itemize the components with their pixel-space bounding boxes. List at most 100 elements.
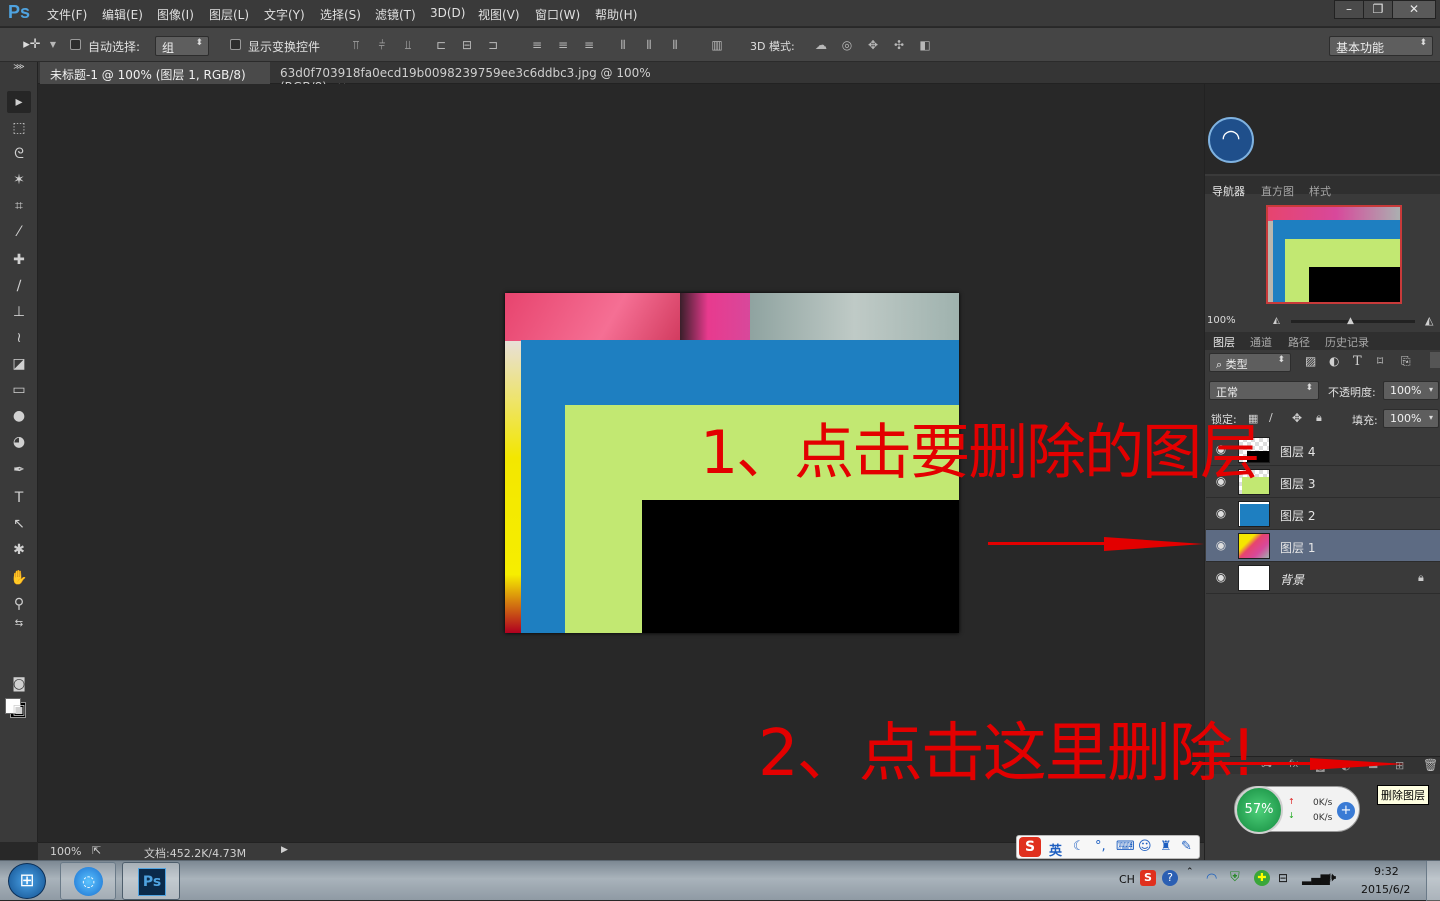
brush-tool-icon[interactable]: ∕ (7, 275, 31, 297)
clock-date[interactable]: 2015/6/2 (1361, 883, 1410, 896)
align-left-icon[interactable]: ⊏ (434, 38, 448, 52)
hand-tool-icon[interactable]: ✋ (7, 567, 31, 589)
distribute-bottom-icon[interactable]: ≡ (582, 38, 596, 52)
tab-history[interactable]: 历史记录 (1325, 334, 1369, 350)
tab-layers[interactable]: 图层 (1213, 334, 1235, 350)
auto-select-dropdown[interactable]: 组 ⬍ (155, 36, 209, 56)
tab-styles[interactable]: 样式 (1309, 183, 1331, 199)
input-language[interactable]: CH (1119, 873, 1135, 886)
align-top-icon[interactable]: ⫪ (349, 38, 363, 52)
layer-name[interactable]: 图层 1 (1280, 539, 1315, 556)
align-right-icon[interactable]: ⊐ (486, 38, 500, 52)
network-tray-icon[interactable]: ⊟ (1278, 871, 1288, 885)
menu-image[interactable]: 图像(I) (157, 6, 194, 23)
tray-expand-icon[interactable]: ⌃ (1186, 867, 1194, 877)
distribute-right-icon[interactable]: ⦀ (668, 38, 682, 52)
lock-position-icon[interactable]: ✥ (1292, 411, 1302, 425)
ime-language[interactable]: 英 (1049, 840, 1062, 859)
delete-layer-icon[interactable]: 🗑︎ (1423, 758, 1438, 772)
status-menu-arrow-icon[interactable]: ▶ (281, 845, 288, 855)
wifi-icon[interactable]: ◠ (1208, 117, 1254, 163)
screen-mode-icon[interactable]: ▣ (7, 699, 31, 721)
taskbar-photoshop[interactable]: Ps (122, 862, 180, 900)
dodge-tool-icon[interactable]: ◕ (7, 431, 31, 453)
tab-paths[interactable]: 路径 (1288, 334, 1310, 350)
wifi-tray-icon[interactable]: ◠ (1206, 871, 1217, 886)
filter-adjustment-icon[interactable]: ◐ (1329, 354, 1339, 368)
align-hcenter-icon[interactable]: ⊟ (460, 38, 474, 52)
slide-3d-icon[interactable]: ✣ (892, 38, 906, 52)
layer-name[interactable]: 图层 4 (1280, 443, 1315, 460)
tab-navigator[interactable]: 导航器 (1212, 183, 1245, 199)
distribute-top-icon[interactable]: ≡ (530, 38, 544, 52)
magic-wand-tool-icon[interactable]: ✶ (7, 169, 31, 191)
keyboard-icon[interactable]: ⌨ (1116, 839, 1135, 854)
zoom-tool-icon[interactable]: ⚲ (7, 593, 31, 615)
shield-icon[interactable]: ⛨ (1230, 870, 1240, 885)
help-icon[interactable]: ? (1162, 870, 1178, 886)
restore-button[interactable]: ❐ (1363, 0, 1393, 19)
fill-input[interactable]: 100% ▾ (1383, 409, 1439, 428)
pen-tool-icon[interactable]: ✒ (7, 459, 31, 481)
menu-3d[interactable]: 3D(D) (430, 6, 465, 20)
blend-mode-dropdown[interactable]: 正常 ⬍ (1209, 381, 1319, 400)
align-bottom-icon[interactable]: ⫫ (401, 38, 415, 52)
punctuation-icon[interactable]: °, (1095, 839, 1106, 854)
tab-untitled-1[interactable]: 未标题-1 @ 100% (图层 1, RGB/8) *× (40, 62, 270, 97)
security-tray-icon[interactable]: ✚ (1254, 870, 1270, 886)
auto-align-icon[interactable]: ▥ (710, 38, 724, 52)
move-tool-icon[interactable]: ▸ (7, 91, 31, 113)
distribute-hcenter-icon[interactable]: ⦀ (642, 38, 656, 52)
link-layers-icon[interactable]: ⊶ (1261, 759, 1272, 772)
clock-time[interactable]: 9:32 (1374, 865, 1399, 878)
eye-icon[interactable]: ◉ (1214, 570, 1228, 584)
add-icon[interactable]: + (1337, 802, 1355, 820)
menu-edit[interactable]: 编辑(E) (102, 6, 143, 23)
type-tool-icon[interactable]: T (7, 487, 31, 509)
layer-name[interactable]: 背景 (1280, 571, 1304, 588)
zoom-level[interactable]: 100% (50, 845, 81, 858)
move-tool-preset-icon[interactable]: ▸✛ (22, 38, 42, 52)
sogou-logo-icon[interactable]: S (1019, 837, 1041, 857)
minimize-button[interactable]: – (1334, 0, 1364, 19)
roll-3d-icon[interactable]: ◎ (840, 38, 854, 52)
signal-icon[interactable]: ▂▄▆ (1302, 871, 1330, 885)
layer-row-background[interactable]: ◉ 背景 🔒︎ (1206, 562, 1440, 594)
layer-name[interactable]: 图层 3 (1280, 475, 1315, 492)
navigator-zoom[interactable]: 100% (1207, 315, 1236, 326)
shape-tool-icon[interactable]: ✱ (7, 539, 31, 561)
marquee-tool-icon[interactable]: ⬚ (7, 117, 31, 139)
camera-3d-icon[interactable]: ◧ (918, 38, 932, 52)
zoom-in-icon[interactable]: ◭ (1425, 314, 1433, 327)
filter-smart-object-icon[interactable]: ⎘ (1401, 354, 1411, 369)
eye-icon[interactable]: ◉ (1214, 538, 1228, 552)
auto-select-checkbox[interactable] (70, 39, 81, 50)
user-icon[interactable]: ☺ (1138, 839, 1152, 854)
menu-file[interactable]: 文件(F) (47, 6, 87, 23)
layer-row-1[interactable]: ◉ 图层 1 (1206, 530, 1440, 562)
navigator-preview[interactable] (1266, 205, 1402, 304)
skin-icon[interactable]: ♜ (1160, 839, 1172, 854)
taskbar-browser[interactable]: ◌ (60, 862, 116, 900)
filter-toggle[interactable] (1430, 352, 1440, 368)
menu-select[interactable]: 选择(S) (320, 6, 361, 23)
tab-channels[interactable]: 通道 (1250, 334, 1272, 350)
history-brush-tool-icon[interactable]: ≀ (7, 327, 31, 349)
align-vcenter-icon[interactable]: ⫩ (375, 38, 389, 52)
blur-tool-icon[interactable]: ● (7, 405, 31, 427)
eraser-tool-icon[interactable]: ◪ (7, 353, 31, 375)
quick-mask-icon[interactable]: ◙ (7, 673, 31, 695)
eye-icon[interactable]: ◉ (1214, 506, 1228, 520)
close-button[interactable]: ✕ (1392, 0, 1436, 19)
stamp-tool-icon[interactable]: ⊥ (7, 301, 31, 323)
zoom-slider-handle[interactable]: ▲ (1347, 316, 1354, 326)
healing-brush-tool-icon[interactable]: ✚ (7, 249, 31, 271)
layer-row-2[interactable]: ◉ 图层 2 (1206, 498, 1440, 530)
start-button[interactable]: ⊞ (8, 863, 46, 899)
show-transform-checkbox[interactable] (230, 39, 241, 50)
menu-help[interactable]: 帮助(H) (595, 6, 637, 23)
menu-layer[interactable]: 图层(L) (209, 6, 249, 23)
filter-type-icon[interactable]: T (1353, 354, 1362, 369)
wrench-icon[interactable]: ✎ (1181, 839, 1192, 854)
distribute-left-icon[interactable]: ⦀ (616, 38, 630, 52)
